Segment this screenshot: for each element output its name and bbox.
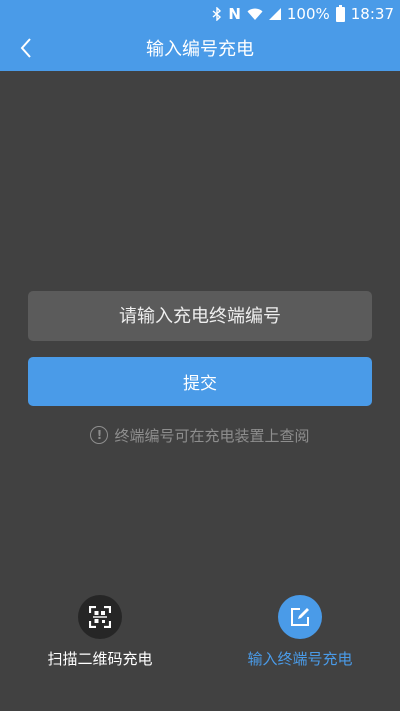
scan-qr-label: 扫描二维码充电: [47, 650, 153, 668]
info-circle-icon: !: [90, 426, 109, 444]
scan-qr-charge-button[interactable]: 扫描二维码充电: [35, 595, 165, 675]
status-icons: N 100% 18:37: [212, 4, 394, 24]
input-terminal-charge-button[interactable]: 输入终端号充电: [235, 595, 365, 675]
qr-scan-icon: [78, 595, 122, 639]
nfc-icon: N: [228, 5, 241, 23]
input-terminal-label: 输入终端号充电: [247, 650, 353, 668]
wifi-icon: [247, 8, 263, 21]
edit-icon: [278, 595, 322, 639]
terminal-number-input[interactable]: [28, 291, 372, 341]
submit-button[interactable]: 提交: [28, 357, 372, 406]
status-bar: N 100% 18:37: [0, 0, 400, 28]
page-title: 输入编号充电: [146, 39, 254, 60]
signal-icon: [268, 8, 281, 20]
hint-text: 终端编号可在充电装置上查阅: [114, 426, 310, 445]
status-time: 18:37: [350, 5, 394, 23]
hint: ! 终端编号可在充电装置上查阅: [0, 424, 400, 446]
battery-icon: [335, 4, 345, 22]
battery-percent: 100%: [286, 5, 330, 23]
app-bar: 输入编号充电: [0, 28, 400, 71]
bluetooth-icon: [212, 7, 222, 21]
